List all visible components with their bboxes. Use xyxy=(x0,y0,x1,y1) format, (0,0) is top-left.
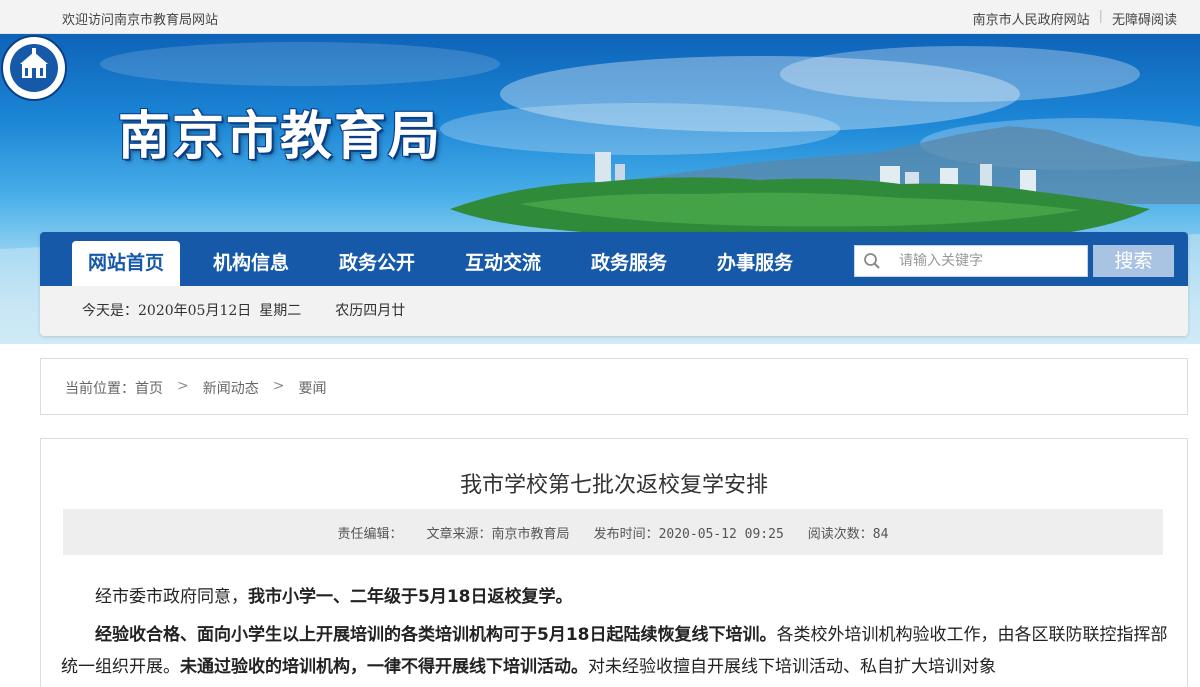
today-label: 今天是： xyxy=(82,303,138,319)
paragraph-bold-text: 我市小学一、二年级于5月18日返校复学。 xyxy=(248,587,573,607)
breadcrumb-item-headlines[interactable]: 要闻 xyxy=(298,378,326,398)
breadcrumb-prefix: 当前位置： xyxy=(65,381,135,397)
weekday: 星期二 xyxy=(259,303,302,319)
meta-publish-time: 发布时间：2020-05-12 09:25 xyxy=(593,526,784,542)
meta-source: 文章来源：南京市教育局 xyxy=(426,526,570,542)
today-date: 2020年05月12日 xyxy=(138,303,252,319)
nav-item-home[interactable]: 网站首页 xyxy=(72,241,181,286)
breadcrumb-box: 当前位置： 首页 > 新闻动态 > 要闻 xyxy=(40,358,1188,415)
site-title[interactable]: 南京市教育局 xyxy=(118,94,442,169)
top-bar: 欢迎访问南京市教育局网站 南京市人民政府网站 | 无障碍阅读 xyxy=(0,0,1200,34)
welcome-text: 欢迎访问南京市教育局网站 xyxy=(62,13,219,28)
article-meta-bar: 责任编辑： 文章来源：南京市教育局 发布时间：2020-05-12 09:25 … xyxy=(63,509,1163,555)
breadcrumb-separator: > xyxy=(177,378,189,394)
paragraph-bold-text: 未通过验收的培训机构，一律不得开展线下培训活动。 xyxy=(180,657,588,677)
meta-views: 阅读次数：84 xyxy=(807,526,889,542)
search-input[interactable] xyxy=(889,247,1079,275)
search-box xyxy=(854,245,1088,277)
breadcrumb-item-news[interactable]: 新闻动态 xyxy=(203,378,259,398)
nav-item-office-services[interactable]: 办事服务 xyxy=(717,241,793,286)
accessibility-link[interactable]: 无障碍阅读 xyxy=(1103,9,1186,28)
gov-website-link[interactable]: 南京市人民政府网站 xyxy=(964,9,1099,28)
nav-item-government-services[interactable]: 政务服务 xyxy=(591,241,667,286)
top-links: 南京市人民政府网站 | 无障碍阅读 xyxy=(964,9,1186,28)
article-container: 我市学校第七批次返校复学安排 责任编辑： 文章来源：南京市教育局 发布时间：20… xyxy=(40,438,1188,687)
article-paragraph: 经市委市政府同意，我市小学一、二年级于5月18日返校复学。 xyxy=(61,581,1171,613)
nav-item-interaction[interactable]: 互动交流 xyxy=(465,241,541,286)
paragraph-bold-text: 经验收合格、面向小学生以上开展培训的各类培训机构可于5月18日起陆续恢复线下培训… xyxy=(95,625,777,645)
nav-item-government-affairs[interactable]: 政务公开 xyxy=(339,241,415,286)
article-body: 经市委市政府同意，我市小学一、二年级于5月18日返校复学。 经验收合格、面向小学… xyxy=(61,581,1171,683)
search-icon xyxy=(855,246,889,276)
breadcrumb-item-home[interactable]: 首页 xyxy=(135,378,163,398)
breadcrumb-separator: > xyxy=(272,378,285,394)
nav-item-organization[interactable]: 机构信息 xyxy=(213,241,289,286)
main-nav-bar: 网站首页 机构信息 政务公开 互动交流 政务服务 办事服务 搜索 xyxy=(40,232,1188,286)
article-title: 我市学校第七批次返校复学安排 xyxy=(459,473,768,498)
lunar-date: 农历四月廿 xyxy=(335,303,406,319)
article-paragraph: 经验收合格、面向小学生以上开展培训的各类培训机构可于5月18日起陆续恢复线下培训… xyxy=(61,619,1171,683)
paragraph-text: 对未经验收擅自开展线下培训活动、私自扩大培训对象 xyxy=(588,657,996,677)
paragraph-text: 经市委市政府同意， xyxy=(95,587,248,607)
date-line: 今天是：2020年05月12日 星期二 农历四月廿 xyxy=(82,300,413,320)
navigation-panel: 网站首页 机构信息 政务公开 互动交流 政务服务 办事服务 搜索 今天是：202… xyxy=(40,232,1188,336)
search-button[interactable]: 搜索 xyxy=(1093,245,1174,277)
breadcrumb: 当前位置： 首页 > 新闻动态 > 要闻 xyxy=(65,378,326,398)
logo-seal-icon xyxy=(1,35,67,101)
meta-editor: 责任编辑： xyxy=(337,526,403,542)
